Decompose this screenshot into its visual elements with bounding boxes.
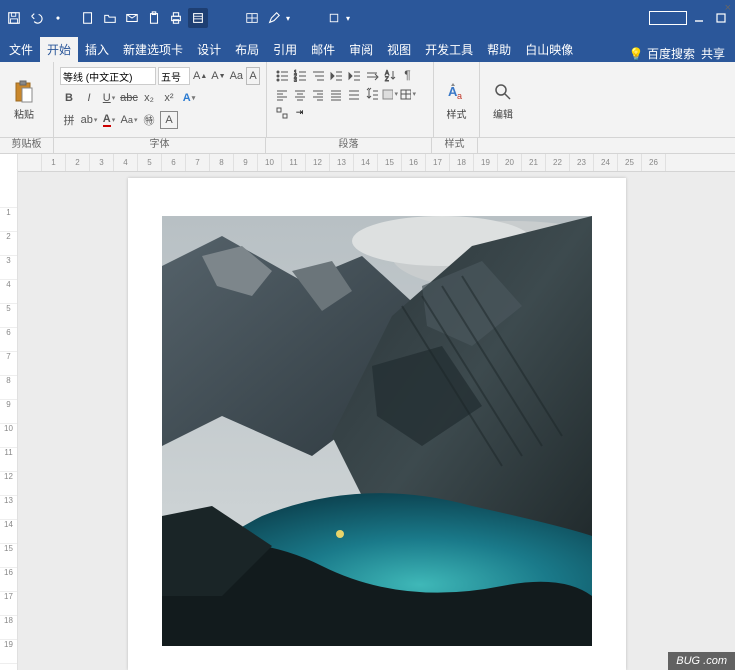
- group-paragraph: 123 AZ ¶ ▾ ▾ ⇥: [267, 62, 434, 137]
- bold-icon[interactable]: B: [60, 89, 78, 107]
- page: [128, 178, 626, 670]
- highlight-icon[interactable]: ab▾: [80, 111, 98, 129]
- tab-review[interactable]: 审阅: [342, 37, 380, 62]
- italic-icon[interactable]: I: [80, 89, 98, 107]
- indent-inc-icon[interactable]: [345, 66, 362, 83]
- text-effects-icon[interactable]: A▾: [180, 89, 198, 107]
- showmarks-icon[interactable]: ¶: [399, 66, 416, 83]
- tab-home[interactable]: 开始: [40, 37, 78, 62]
- tab-mailings[interactable]: 邮件: [304, 37, 342, 62]
- tab-design[interactable]: 设计: [190, 37, 228, 62]
- watermark: BUG .com: [668, 652, 735, 670]
- vertical-ruler[interactable]: 12345678910111213141516171819: [0, 154, 18, 670]
- redo-icon[interactable]: [48, 8, 68, 28]
- tab-help[interactable]: 帮助: [480, 37, 518, 62]
- mail-icon[interactable]: [122, 8, 142, 28]
- font-size-input[interactable]: [158, 67, 190, 85]
- multilevel-icon[interactable]: [309, 66, 326, 83]
- tab-developer[interactable]: 开发工具: [418, 37, 480, 62]
- superscript-icon[interactable]: x²: [160, 89, 178, 107]
- grow-font-icon[interactable]: A▲: [192, 67, 208, 85]
- tab-insert[interactable]: 插入: [78, 37, 116, 62]
- group-editing: 编辑: [480, 62, 526, 137]
- horizontal-ruler[interactable]: 1234567891011121314151617181920212223242…: [18, 154, 735, 172]
- sort-icon[interactable]: AZ: [381, 66, 398, 83]
- indent-dec-icon[interactable]: [327, 66, 344, 83]
- subscript-icon[interactable]: x₂: [140, 89, 158, 107]
- minimize-icon[interactable]: [689, 8, 709, 28]
- new-icon[interactable]: [78, 8, 98, 28]
- clipboard-icon[interactable]: [144, 8, 164, 28]
- font-name-input[interactable]: [60, 67, 156, 85]
- window-title-placeholder: [649, 11, 687, 25]
- tabs-icon[interactable]: ⇥: [291, 104, 308, 121]
- align-dist-icon[interactable]: [345, 85, 362, 102]
- line-spacing-icon[interactable]: [363, 85, 380, 102]
- ribbon-tabs: 文件 开始 插入 新建选项卡 设计 布局 引用 邮件 审阅 视图 开发工具 帮助…: [0, 36, 735, 62]
- bullets-icon[interactable]: [273, 66, 290, 83]
- shrink-font-icon[interactable]: A▼: [210, 67, 226, 85]
- underline-icon[interactable]: U▾: [100, 89, 118, 107]
- tab-addin[interactable]: 白山映像: [518, 37, 580, 62]
- char-shading-icon[interactable]: Aa▾: [120, 111, 138, 129]
- change-case-icon[interactable]: Aa: [229, 67, 244, 85]
- editing-button[interactable]: 编辑: [486, 64, 520, 137]
- save-icon[interactable]: [4, 8, 24, 28]
- share-button[interactable]: 共享: [701, 45, 725, 62]
- title-bar: ▾ ▾: [0, 0, 735, 36]
- document-canvas[interactable]: [18, 154, 735, 670]
- char-border-icon[interactable]: A: [160, 111, 178, 129]
- svg-text:3: 3: [294, 78, 297, 82]
- ribbon-labels: 剪贴板 字体 段落 样式 ×: [0, 138, 735, 154]
- snap-icon[interactable]: [273, 104, 290, 121]
- borders-icon[interactable]: ▾: [399, 85, 416, 102]
- open-icon[interactable]: [100, 8, 120, 28]
- svg-text:Z: Z: [385, 77, 389, 82]
- ltr-icon[interactable]: [363, 66, 380, 83]
- tab-layout[interactable]: 布局: [228, 37, 266, 62]
- pencil-icon[interactable]: [264, 8, 284, 28]
- clear-format-icon[interactable]: A: [246, 67, 260, 85]
- group-clipboard: 粘贴: [0, 62, 54, 137]
- enclose-icon[interactable]: ㊕: [140, 111, 158, 129]
- tab-view[interactable]: 视图: [380, 37, 418, 62]
- tab-custom[interactable]: 新建选项卡: [116, 37, 190, 62]
- font-color-icon[interactable]: A▾: [100, 111, 118, 129]
- group-styles: Aa 样式: [434, 62, 480, 137]
- align-center-icon[interactable]: [291, 85, 308, 102]
- svg-text:a: a: [457, 91, 462, 101]
- align-right-icon[interactable]: [309, 85, 326, 102]
- table-icon[interactable]: [242, 8, 262, 28]
- tab-references[interactable]: 引用: [266, 37, 304, 62]
- phonetic-icon[interactable]: 拼: [60, 111, 78, 129]
- reading-icon[interactable]: [188, 8, 208, 28]
- ribbon: 粘贴 A▲ A▼ Aa A B I U▾ abc x₂ x² A▾: [0, 62, 735, 138]
- paste-button[interactable]: 粘贴: [6, 64, 42, 137]
- win-icon[interactable]: [324, 8, 344, 28]
- group-font: A▲ A▼ Aa A B I U▾ abc x₂ x² A▾ 拼 ab▾ A▾ …: [54, 62, 267, 137]
- shading-icon[interactable]: ▾: [381, 85, 398, 102]
- print-icon[interactable]: [166, 8, 186, 28]
- collapse-ribbon-icon[interactable]: ×: [725, 2, 731, 14]
- tell-me[interactable]: 💡 百度搜索: [629, 45, 695, 62]
- strike-icon[interactable]: abc: [120, 89, 138, 107]
- numbering-icon[interactable]: 123: [291, 66, 308, 83]
- undo-icon[interactable]: [26, 8, 46, 28]
- tab-file[interactable]: 文件: [2, 37, 40, 62]
- inserted-image[interactable]: [162, 216, 592, 646]
- document-area: 1234567891011121314151617181920212223242…: [0, 154, 735, 670]
- styles-button[interactable]: Aa 样式: [440, 64, 473, 137]
- align-justify-icon[interactable]: [327, 85, 344, 102]
- align-left-icon[interactable]: [273, 85, 290, 102]
